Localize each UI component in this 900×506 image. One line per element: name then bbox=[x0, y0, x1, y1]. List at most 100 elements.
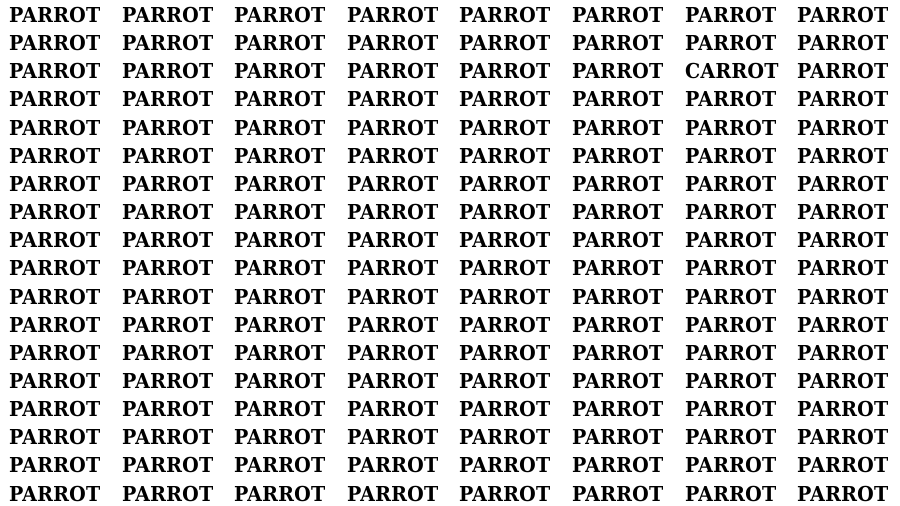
grid-word-r18-c3[interactable]: PARROT bbox=[234, 483, 325, 505]
grid-word-r4-c4[interactable]: PARROT bbox=[347, 89, 438, 110]
grid-word-r15-c4[interactable]: PARROT bbox=[347, 399, 438, 420]
grid-word-r14-c2[interactable]: PARROT bbox=[122, 371, 213, 392]
grid-word-r4-c2[interactable]: PARROT bbox=[122, 89, 213, 110]
grid-word-r10-c7[interactable]: PARROT bbox=[685, 258, 776, 279]
grid-word-r16-c5[interactable]: PARROT bbox=[459, 427, 550, 448]
grid-word-r3-c7[interactable]: CARROT bbox=[685, 61, 779, 82]
grid-word-r7-c7[interactable]: PARROT bbox=[685, 174, 776, 195]
grid-word-r8-c2[interactable]: PARROT bbox=[122, 202, 213, 223]
grid-word-r3-c8[interactable]: PARROT bbox=[797, 61, 888, 82]
grid-word-r12-c1[interactable]: PARROT bbox=[9, 315, 100, 336]
grid-word-r15-c7[interactable]: PARROT bbox=[685, 399, 776, 420]
grid-word-r6-c3[interactable]: PARROT bbox=[234, 146, 325, 167]
grid-word-r13-c5[interactable]: PARROT bbox=[459, 343, 550, 364]
grid-word-r1-c1[interactable]: PARROT bbox=[9, 5, 100, 26]
grid-word-r11-c6[interactable]: PARROT bbox=[572, 286, 663, 308]
grid-word-r17-c3[interactable]: PARROT bbox=[234, 455, 325, 476]
grid-word-r1-c6[interactable]: PARROT bbox=[572, 5, 663, 26]
grid-word-r5-c2[interactable]: PARROT bbox=[122, 118, 213, 139]
grid-word-r18-c7[interactable]: PARROT bbox=[685, 483, 776, 505]
grid-word-r13-c8[interactable]: PARROT bbox=[797, 343, 888, 364]
grid-word-r17-c1[interactable]: PARROT bbox=[9, 455, 100, 476]
grid-word-r15-c8[interactable]: PARROT bbox=[797, 399, 888, 420]
grid-word-r2-c8[interactable]: PARROT bbox=[797, 33, 888, 54]
grid-word-r8-c6[interactable]: PARROT bbox=[572, 202, 663, 223]
grid-word-r10-c8[interactable]: PARROT bbox=[797, 258, 888, 279]
grid-word-r15-c3[interactable]: PARROT bbox=[234, 399, 325, 420]
grid-word-r4-c7[interactable]: PARROT bbox=[685, 89, 776, 110]
grid-word-r9-c6[interactable]: PARROT bbox=[572, 230, 663, 251]
grid-word-r7-c6[interactable]: PARROT bbox=[572, 174, 663, 195]
grid-word-r11-c4[interactable]: PARROT bbox=[347, 286, 438, 308]
grid-word-r6-c7[interactable]: PARROT bbox=[685, 146, 776, 167]
grid-word-r2-c2[interactable]: PARROT bbox=[122, 33, 213, 54]
grid-word-r1-c5[interactable]: PARROT bbox=[459, 5, 550, 26]
grid-word-r12-c3[interactable]: PARROT bbox=[234, 315, 325, 336]
grid-word-r11-c1[interactable]: PARROT bbox=[9, 286, 100, 308]
grid-word-r14-c6[interactable]: PARROT bbox=[572, 371, 663, 392]
grid-word-r1-c2[interactable]: PARROT bbox=[122, 5, 213, 26]
grid-word-r7-c4[interactable]: PARROT bbox=[347, 174, 438, 195]
grid-word-r15-c6[interactable]: PARROT bbox=[572, 399, 663, 420]
grid-word-r16-c1[interactable]: PARROT bbox=[9, 427, 100, 448]
grid-word-r1-c4[interactable]: PARROT bbox=[347, 5, 438, 26]
grid-word-r2-c7[interactable]: PARROT bbox=[685, 33, 776, 54]
grid-word-r7-c3[interactable]: PARROT bbox=[234, 174, 325, 195]
grid-word-r9-c3[interactable]: PARROT bbox=[234, 230, 325, 251]
grid-word-r4-c5[interactable]: PARROT bbox=[459, 89, 550, 110]
grid-word-r7-c8[interactable]: PARROT bbox=[797, 174, 888, 195]
grid-word-r3-c3[interactable]: PARROT bbox=[234, 61, 325, 82]
grid-word-r2-c6[interactable]: PARROT bbox=[572, 33, 663, 54]
grid-word-r18-c2[interactable]: PARROT bbox=[122, 483, 213, 505]
grid-word-r10-c3[interactable]: PARROT bbox=[234, 258, 325, 279]
grid-word-r16-c6[interactable]: PARROT bbox=[572, 427, 663, 448]
grid-word-r12-c6[interactable]: PARROT bbox=[572, 315, 663, 336]
grid-word-r16-c7[interactable]: PARROT bbox=[685, 427, 776, 448]
grid-word-r15-c1[interactable]: PARROT bbox=[9, 399, 100, 420]
grid-word-r5-c8[interactable]: PARROT bbox=[797, 118, 888, 139]
grid-word-r12-c2[interactable]: PARROT bbox=[122, 315, 213, 336]
grid-word-r2-c5[interactable]: PARROT bbox=[459, 33, 550, 54]
grid-word-r8-c8[interactable]: PARROT bbox=[797, 202, 888, 223]
grid-word-r10-c4[interactable]: PARROT bbox=[347, 258, 438, 279]
grid-word-r12-c5[interactable]: PARROT bbox=[459, 315, 550, 336]
grid-word-r18-c4[interactable]: PARROT bbox=[347, 483, 438, 505]
grid-word-r6-c5[interactable]: PARROT bbox=[459, 146, 550, 167]
grid-word-r5-c6[interactable]: PARROT bbox=[572, 118, 663, 139]
grid-word-r14-c4[interactable]: PARROT bbox=[347, 371, 438, 392]
grid-word-r13-c2[interactable]: PARROT bbox=[122, 343, 213, 364]
grid-word-r11-c7[interactable]: PARROT bbox=[685, 286, 776, 308]
grid-word-r11-c2[interactable]: PARROT bbox=[122, 286, 213, 308]
grid-word-r2-c4[interactable]: PARROT bbox=[347, 33, 438, 54]
grid-word-r17-c5[interactable]: PARROT bbox=[459, 455, 550, 476]
grid-word-r3-c2[interactable]: PARROT bbox=[122, 61, 213, 82]
grid-word-r14-c1[interactable]: PARROT bbox=[9, 371, 100, 392]
grid-word-r8-c4[interactable]: PARROT bbox=[347, 202, 438, 223]
grid-word-r8-c1[interactable]: PARROT bbox=[9, 202, 100, 223]
grid-word-r9-c7[interactable]: PARROT bbox=[685, 230, 776, 251]
grid-word-r14-c7[interactable]: PARROT bbox=[685, 371, 776, 392]
grid-word-r14-c5[interactable]: PARROT bbox=[459, 371, 550, 392]
grid-word-r7-c5[interactable]: PARROT bbox=[459, 174, 550, 195]
grid-word-r13-c4[interactable]: PARROT bbox=[347, 343, 438, 364]
grid-word-r15-c5[interactable]: PARROT bbox=[459, 399, 550, 420]
grid-word-r6-c8[interactable]: PARROT bbox=[797, 146, 888, 167]
grid-word-r16-c8[interactable]: PARROT bbox=[797, 427, 888, 448]
grid-word-r6-c6[interactable]: PARROT bbox=[572, 146, 663, 167]
grid-word-r3-c1[interactable]: PARROT bbox=[9, 61, 100, 82]
grid-word-r14-c8[interactable]: PARROT bbox=[797, 371, 888, 392]
grid-word-r14-c3[interactable]: PARROT bbox=[234, 371, 325, 392]
grid-word-r10-c2[interactable]: PARROT bbox=[122, 258, 213, 279]
grid-word-r6-c2[interactable]: PARROT bbox=[122, 146, 213, 167]
grid-word-r15-c2[interactable]: PARROT bbox=[122, 399, 213, 420]
grid-word-r4-c3[interactable]: PARROT bbox=[234, 89, 325, 110]
grid-word-r13-c6[interactable]: PARROT bbox=[572, 343, 663, 364]
grid-word-r9-c2[interactable]: PARROT bbox=[122, 230, 213, 251]
grid-word-r1-c7[interactable]: PARROT bbox=[685, 5, 776, 26]
grid-word-r12-c7[interactable]: PARROT bbox=[685, 315, 776, 336]
grid-word-r5-c7[interactable]: PARROT bbox=[685, 118, 776, 139]
grid-word-r6-c1[interactable]: PARROT bbox=[9, 146, 100, 167]
grid-word-r3-c5[interactable]: PARROT bbox=[459, 61, 550, 82]
grid-word-r1-c3[interactable]: PARROT bbox=[234, 5, 325, 26]
grid-word-r18-c5[interactable]: PARROT bbox=[459, 483, 550, 505]
